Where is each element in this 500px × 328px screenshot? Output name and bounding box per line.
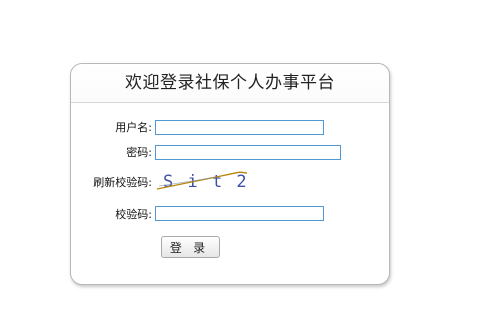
refresh-captcha-label[interactable]: 刷新校验码: bbox=[82, 176, 152, 190]
page-title: 欢迎登录社保个人办事平台 bbox=[125, 73, 335, 93]
captcha-label: 校验码: bbox=[115, 208, 152, 221]
captcha-image[interactable]: S i t 2 bbox=[155, 170, 251, 192]
captcha-text: S i t 2 bbox=[163, 172, 249, 192]
card-header: 欢迎登录社保个人办事平台 bbox=[71, 64, 389, 103]
login-button[interactable]: 登 录 bbox=[161, 236, 220, 258]
password-label: 密码: bbox=[126, 146, 152, 159]
username-label: 用户名: bbox=[115, 121, 152, 134]
username-input[interactable] bbox=[155, 120, 324, 135]
captcha-input[interactable] bbox=[155, 206, 324, 221]
page: 欢迎登录社保个人办事平台 用户名: 密码: 刷新校验码: S i t 2 校验码… bbox=[0, 0, 500, 328]
password-input[interactable] bbox=[155, 145, 341, 160]
